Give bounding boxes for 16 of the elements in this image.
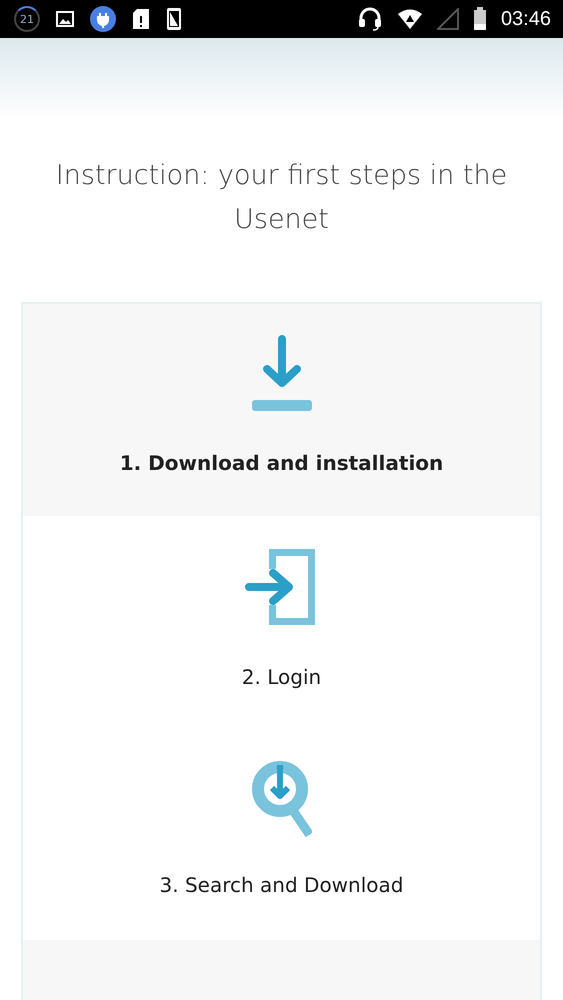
- sd-card-icon: [132, 8, 150, 30]
- notification-count: 21: [14, 6, 40, 32]
- plug-icon: [90, 6, 116, 32]
- clock-time: 03:46: [500, 8, 551, 30]
- phone-icon: [166, 7, 182, 31]
- step-label: 3. Search and Download: [160, 873, 404, 897]
- headset-icon: [356, 7, 383, 31]
- step-label: 2. Login: [242, 665, 322, 689]
- step-label: 1. Download and installation: [120, 451, 444, 475]
- search-download-icon: [252, 761, 312, 837]
- page-title: Instruction: your first steps in the Usenet: [54, 159, 508, 237]
- battery-icon: [472, 7, 487, 31]
- image-icon: [56, 11, 74, 27]
- wifi-icon: [396, 8, 423, 30]
- signal-icon: [436, 8, 459, 30]
- step-item[interactable]: 1. Download and installation: [23, 304, 540, 516]
